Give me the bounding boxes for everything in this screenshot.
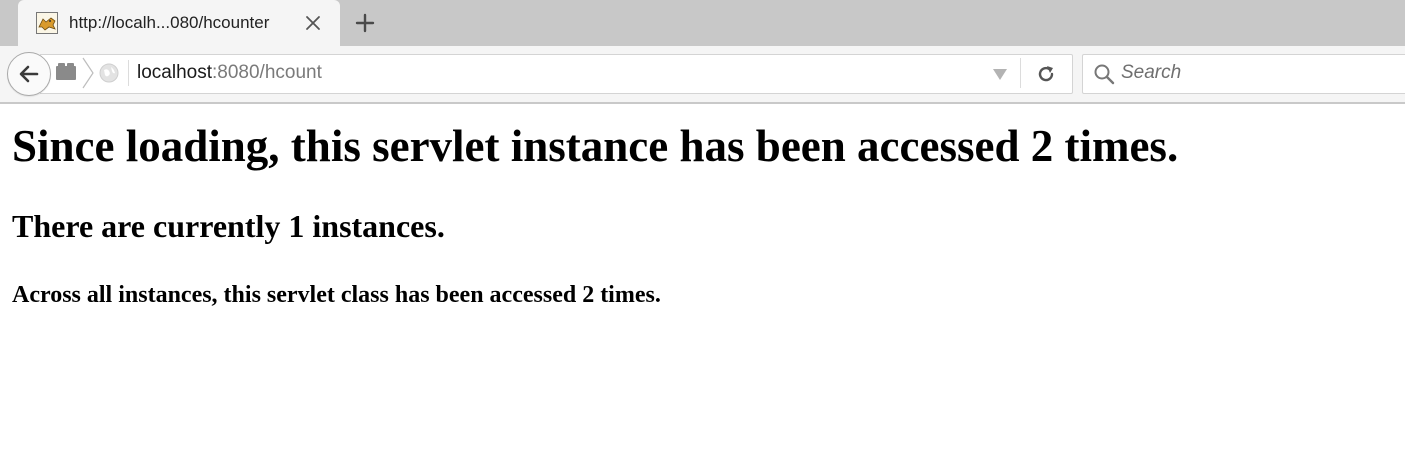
url-host: localhost <box>137 62 212 83</box>
dropdown-marker-icon[interactable] <box>991 67 1009 81</box>
url-text[interactable]: localhost:8080/hcount <box>137 62 322 84</box>
instance-count-heading: There are currently 1 instances. <box>12 208 445 244</box>
globe-icon <box>99 63 119 83</box>
plus-icon[interactable] <box>354 12 376 34</box>
url-path: :8080/hcount <box>212 62 322 83</box>
search-input[interactable] <box>1121 60 1401 86</box>
chevron-right-icon <box>82 57 94 89</box>
url-separator <box>128 60 129 86</box>
tab-title: http://localh...080/hcounter <box>69 13 270 32</box>
identity-block-icon[interactable] <box>54 60 78 84</box>
tab-strip: http://localh...080/hcounter <box>0 0 1405 46</box>
back-button[interactable] <box>7 52 51 96</box>
instance-access-heading: Since loading, this servlet instance has… <box>12 121 1179 171</box>
close-icon[interactable] <box>304 14 322 32</box>
reload-separator <box>1020 58 1021 88</box>
search-bar[interactable] <box>1082 54 1405 94</box>
navigation-toolbar: localhost:8080/hcount <box>0 46 1405 104</box>
back-arrow-icon <box>19 65 39 83</box>
class-access-heading: Across all instances, this servlet class… <box>12 282 661 308</box>
search-icon <box>1094 64 1115 85</box>
reload-icon[interactable] <box>1034 62 1058 86</box>
tomcat-icon <box>36 12 58 34</box>
browser-tab[interactable]: http://localh...080/hcounter <box>18 0 340 46</box>
